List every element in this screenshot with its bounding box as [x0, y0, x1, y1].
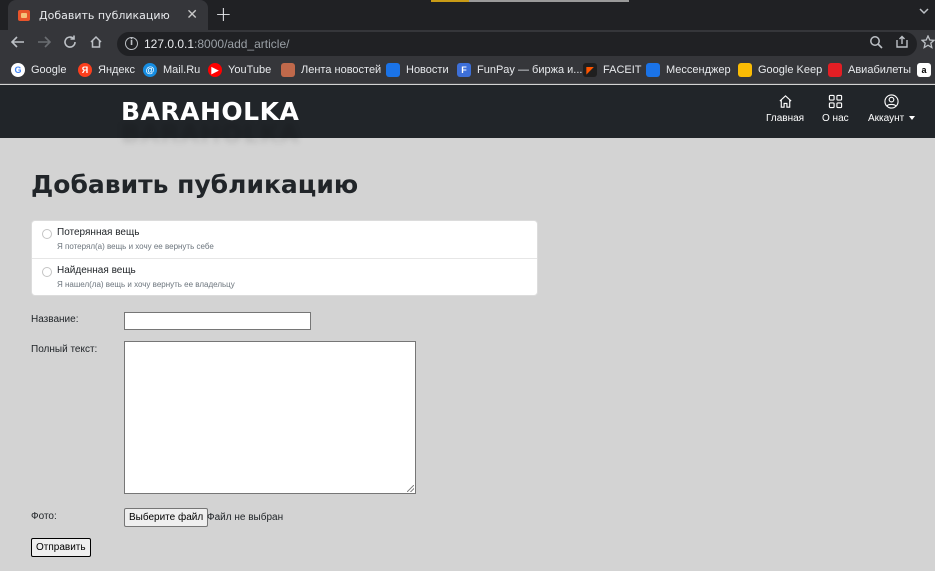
radio-lost-help: Я потерял(а) вещь и хочу ее вернуть себе: [57, 242, 214, 251]
name-label: Название:: [31, 314, 79, 325]
new-tab-button[interactable]: +: [215, 4, 232, 24]
radio-lost[interactable]: [42, 229, 52, 239]
grid-icon: [828, 94, 842, 109]
youtube-icon: ▶: [208, 63, 222, 77]
close-tab-icon[interactable]: ✕: [186, 8, 198, 22]
bookmark-label: Новости: [406, 64, 449, 76]
bookmark-faceit[interactable]: ◤ FACEIT: [583, 63, 642, 77]
nav-about-label: О нас: [822, 113, 849, 124]
faceit-icon: ◤: [583, 63, 597, 77]
browser-tab-strip: Добавить публикацию ✕ +: [0, 0, 935, 30]
full-text-label: Полный текст:: [31, 344, 98, 355]
radio-option-lost[interactable]: Потерянная вещь Я потерял(а) вещь и хочу…: [32, 221, 537, 259]
news-feed-icon: [281, 63, 295, 77]
bookmark-label: Мессенджер: [666, 64, 731, 76]
bookmark-google-keep[interactable]: Google Keep: [738, 63, 822, 77]
radio-option-found[interactable]: Найденная вещь Я нашел(ла) вещь и хочу в…: [32, 259, 537, 297]
photo-label: Фото:: [31, 511, 57, 522]
bookmark-label: Яндекс: [98, 64, 135, 76]
tab-title: Добавить публикацию: [39, 8, 170, 22]
google-icon: G: [11, 63, 25, 77]
caret-down-icon: [909, 116, 916, 121]
bookmark-label: FACEIT: [603, 64, 642, 76]
bookmark-label: Авиабилеты: [848, 64, 912, 76]
url-path: :8000/add_article/: [194, 37, 290, 51]
bookmark-youtube[interactable]: ▶ YouTube: [208, 63, 271, 77]
site-navbar: BARAHOLKA BARAHOLKA Главная О нас Аккаун…: [0, 85, 935, 148]
name-input[interactable]: [124, 312, 311, 330]
file-status-text: Файл не выбран: [207, 512, 284, 523]
radio-lost-label: Потерянная вещь: [57, 227, 140, 238]
browser-tab-active[interactable]: Добавить публикацию ✕: [8, 0, 208, 30]
zoom-icon[interactable]: [869, 35, 883, 53]
avia-icon: [828, 63, 842, 77]
bookmark-label: Лента новостей: [301, 64, 382, 76]
choose-file-button[interactable]: Выберите файл: [124, 508, 209, 527]
site-info-icon[interactable]: i: [125, 37, 138, 50]
media-tab-indicator: [431, 0, 469, 2]
bookmark-label: FunPay — биржа и...: [477, 64, 583, 76]
address-bar[interactable]: i 127.0.0.1:8000/add_article/: [117, 32, 917, 56]
nav-account[interactable]: Аккаунт: [868, 94, 916, 124]
bookmark-overflow[interactable]: a: [917, 63, 935, 77]
bookmark-google[interactable]: G Google: [11, 63, 66, 77]
bookmark-avia[interactable]: Авиабилеты: [828, 63, 911, 77]
tab-search-icon[interactable]: [919, 6, 929, 19]
site-logo[interactable]: BARAHOLKA: [121, 97, 299, 126]
url-text[interactable]: 127.0.0.1:8000/add_article/: [144, 37, 289, 51]
bookmarks-bar: G Google Я Яндекс @ Mail.Ru ▶ YouTube Ле…: [0, 58, 935, 84]
bookmark-mailru[interactable]: @ Mail.Ru: [143, 63, 200, 77]
news-icon: [386, 63, 400, 77]
reload-button[interactable]: [60, 34, 80, 54]
home-icon: [779, 95, 792, 108]
bookmark-label: Google Keep: [758, 64, 823, 76]
mailru-icon: @: [143, 63, 157, 77]
account-circle-icon: [884, 94, 899, 109]
messenger-icon: [646, 63, 660, 77]
back-button[interactable]: [8, 34, 28, 54]
page-title: Добавить публикацию: [31, 170, 359, 199]
bookmark-funpay[interactable]: F FunPay — биржа и...: [457, 63, 582, 77]
yandex-icon: Я: [78, 63, 92, 77]
radio-found-help: Я нашел(ла) вещь и хочу вернуть ее владе…: [57, 280, 235, 289]
tab-strip-indicator: [469, 0, 629, 2]
nav-home[interactable]: Главная: [766, 94, 804, 124]
bookmark-news[interactable]: Новости: [386, 63, 449, 77]
bookmark-star-icon[interactable]: [918, 34, 935, 54]
site-favicon-icon: [18, 9, 30, 21]
bookmark-label: YouTube: [228, 64, 272, 76]
bookmark-label: Google: [31, 64, 67, 76]
full-text-textarea[interactable]: [124, 341, 416, 494]
bookmark-label: Mail.Ru: [163, 64, 201, 76]
forward-button[interactable]: [34, 34, 54, 54]
bookmark-messenger[interactable]: Мессенджер: [646, 63, 731, 77]
home-button[interactable]: [86, 34, 106, 54]
nav-account-label: Аккаунт: [868, 113, 916, 124]
share-icon[interactable]: [895, 35, 909, 53]
bookmark-overflow-icon: a: [917, 63, 931, 77]
bookmark-news-feed[interactable]: Лента новостей: [281, 63, 381, 77]
keep-icon: [738, 63, 752, 77]
article-type-radio-group: Потерянная вещь Я потерял(а) вещь и хочу…: [31, 220, 538, 296]
funpay-icon: F: [457, 63, 471, 77]
resize-handle-icon[interactable]: [407, 485, 414, 492]
radio-found-label: Найденная вещь: [57, 265, 136, 276]
nav-home-label: Главная: [766, 113, 805, 124]
nav-about[interactable]: О нас: [822, 94, 849, 124]
browser-toolbar: i 127.0.0.1:8000/add_article/: [0, 30, 935, 58]
bookmark-yandex[interactable]: Я Яндекс: [78, 63, 135, 77]
submit-button[interactable]: Отправить: [31, 538, 91, 557]
radio-found[interactable]: [42, 267, 52, 277]
url-host: 127.0.0.1: [144, 37, 195, 51]
